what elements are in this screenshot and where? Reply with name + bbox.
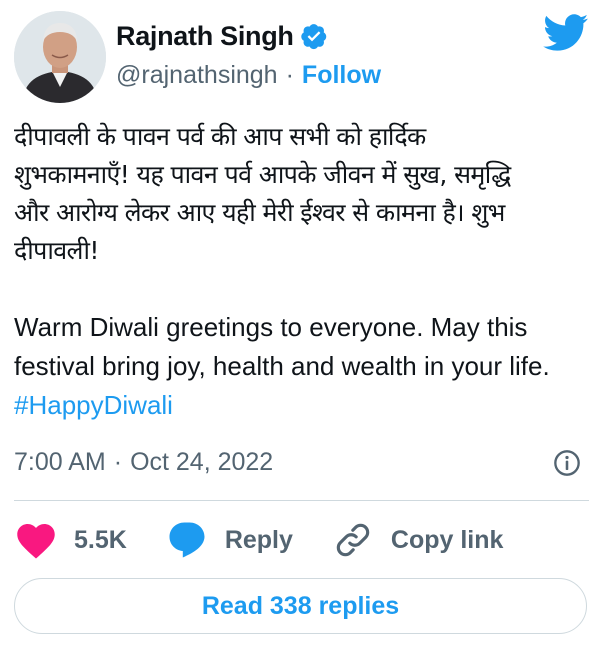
avatar-image [14, 11, 106, 103]
tweet-timestamp[interactable]: 7:00 AM · Oct 24, 2022 [14, 444, 273, 480]
reply-button[interactable]: Reply [165, 519, 293, 561]
divider [14, 500, 589, 501]
verified-badge-icon [300, 24, 326, 50]
tweet-text-hindi: दीपावली के पावन पर्व की आप सभी को हार्दि… [14, 122, 511, 265]
tweet-body: दीपावली के पावन पर्व की आप सभी को हार्दि… [14, 118, 599, 425]
link-icon [336, 523, 370, 557]
tweet-text-english: Warm Diwali greetings to everyone. May t… [14, 312, 550, 381]
read-replies-button[interactable]: Read 338 replies [14, 578, 587, 634]
info-icon[interactable] [553, 449, 581, 477]
copy-link-button[interactable]: Copy link [331, 519, 504, 561]
author-handle-row: @rajnathsingh · Follow [116, 58, 381, 92]
hashtag-link[interactable]: #HappyDiwali [14, 390, 173, 420]
like-count: 5.5K [74, 525, 127, 554]
reply-label: Reply [224, 525, 293, 554]
author-name[interactable]: Rajnath Singh [116, 21, 294, 52]
follow-button[interactable]: Follow [302, 61, 381, 90]
twitter-bird-icon[interactable] [543, 14, 589, 52]
action-bar: 5.5K Reply Copy link [14, 516, 541, 564]
heart-icon [17, 524, 55, 559]
separator-dot: · [285, 60, 294, 89]
speech-bubble-icon [169, 522, 205, 558]
tweet-date: Oct 24, 2022 [130, 447, 274, 476]
copy-link-label: Copy link [390, 525, 504, 554]
tweet-embed-card: Rajnath Singh @rajnathsingh · Follow दीप… [0, 0, 613, 663]
tweet-time: 7:00 AM [14, 447, 106, 476]
author-name-row: Rajnath Singh [116, 18, 328, 54]
avatar[interactable] [14, 11, 106, 103]
like-button[interactable]: 5.5K [14, 520, 127, 560]
separator-dot: · [113, 447, 123, 476]
author-handle[interactable]: @rajnathsingh [116, 61, 278, 90]
